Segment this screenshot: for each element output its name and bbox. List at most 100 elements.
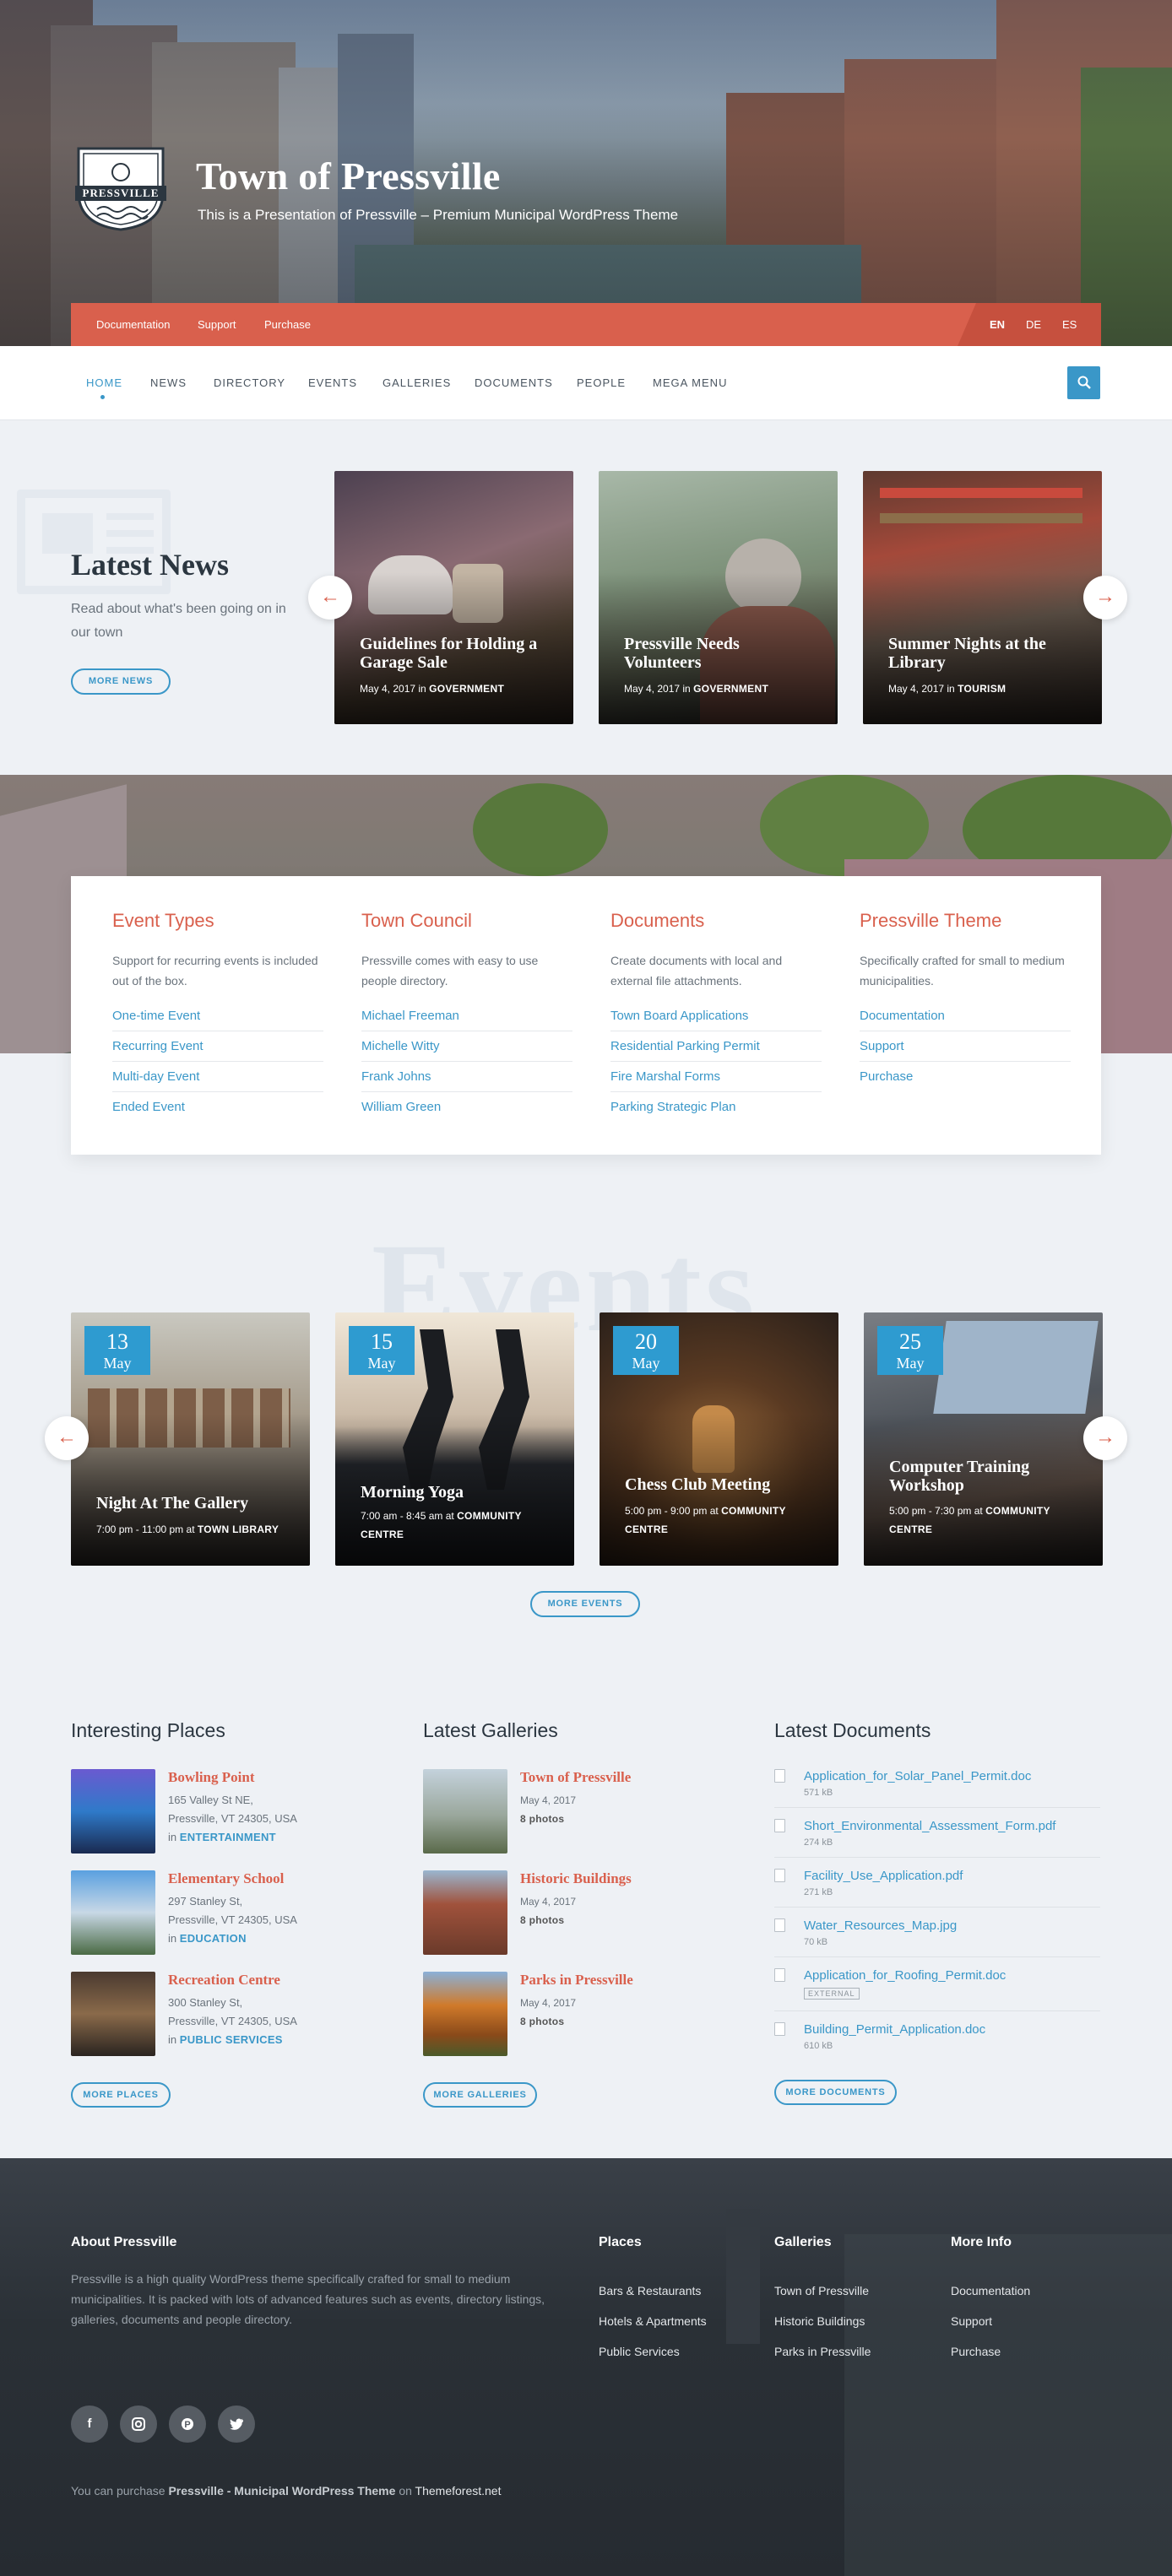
event-title[interactable]: Morning Yoga	[361, 1483, 552, 1502]
place-name[interactable]: Elementary School	[168, 1870, 284, 1887]
arrow-left-icon: ←	[320, 585, 340, 608]
news-card[interactable]: Summer Nights at the Library May 4, 2017…	[863, 471, 1102, 724]
site-title[interactable]: Town of Pressville	[196, 154, 501, 198]
place-thumbnail[interactable]	[71, 1972, 155, 2056]
site-logo[interactable]: PRESSVILLE	[72, 142, 170, 231]
feature-link[interactable]: Michael Freeman	[361, 1001, 572, 1031]
feature-link[interactable]: William Green	[361, 1092, 572, 1123]
events-prev-button[interactable]: ←	[45, 1416, 89, 1460]
gallery-thumbnail[interactable]	[423, 1870, 507, 1955]
event-title[interactable]: Night At The Gallery	[96, 1494, 288, 1513]
document-link[interactable]: Application_for_Roofing_Permit.doc	[804, 1968, 1006, 1983]
gallery-name[interactable]: Historic Buildings	[520, 1870, 632, 1887]
footer-link[interactable]: Bars & Restaurants	[599, 2284, 701, 2297]
event-card[interactable]: 13 May Night At The Gallery 7:00 pm - 11:…	[71, 1312, 310, 1566]
nav-mega-menu[interactable]: MEGA MENU	[653, 346, 727, 420]
gallery-name[interactable]: Parks in Pressville	[520, 1972, 633, 1989]
gallery-thumbnail[interactable]	[423, 1972, 507, 2056]
news-card-title[interactable]: Pressville Needs Volunteers	[624, 635, 816, 672]
feature-link[interactable]: Parking Strategic Plan	[610, 1092, 822, 1123]
lang-de[interactable]: DE	[1026, 303, 1041, 346]
footer-link[interactable]: Historic Buildings	[774, 2314, 865, 2328]
footer-link[interactable]: Public Services	[599, 2345, 680, 2358]
footer-link[interactable]: Support	[951, 2314, 992, 2328]
feature-link[interactable]: Multi-day Event	[112, 1062, 323, 1092]
more-events-button[interactable]: MORE EVENTS	[530, 1591, 640, 1617]
footer-about-text: Pressville is a high quality WordPress t…	[71, 2272, 545, 2326]
footer-link[interactable]: Hotels & Apartments	[599, 2314, 707, 2328]
more-places-button[interactable]: MORE PLACES	[71, 2082, 171, 2108]
instagram-icon[interactable]	[120, 2406, 157, 2443]
galleries-title: Latest Galleries	[423, 1719, 558, 1741]
event-card[interactable]: 20 May Chess Club Meeting 5:00 pm - 9:00 …	[600, 1312, 838, 1566]
event-title[interactable]: Chess Club Meeting	[625, 1475, 817, 1494]
feature-link[interactable]: Residential Parking Permit	[610, 1031, 822, 1062]
news-next-button[interactable]: →	[1083, 576, 1127, 620]
more-documents-button[interactable]: MORE DOCUMENTS	[774, 2080, 897, 2105]
news-card-title[interactable]: Summer Nights at the Library	[888, 635, 1080, 672]
pinterest-icon[interactable]: P	[169, 2406, 206, 2443]
more-news-button[interactable]: MORE NEWS	[71, 668, 171, 695]
place-name[interactable]: Bowling Point	[168, 1769, 255, 1786]
more-galleries-button[interactable]: MORE GALLERIES	[423, 2082, 537, 2108]
feature-link[interactable]: Support	[860, 1031, 1071, 1062]
event-card[interactable]: 25 May Computer Training Workshop 5:00 pm…	[864, 1312, 1103, 1566]
place-thumbnail[interactable]	[71, 1870, 155, 1955]
feature-link[interactable]: One-time Event	[112, 1001, 323, 1031]
twitter-icon[interactable]	[218, 2406, 255, 2443]
news-card[interactable]: Guidelines for Holding a Garage Sale May…	[334, 471, 573, 724]
event-title[interactable]: Computer Training Workshop	[889, 1458, 1081, 1495]
news-prev-button[interactable]: ←	[308, 576, 352, 620]
news-card[interactable]: Pressville Needs Volunteers May 4, 2017 …	[599, 471, 838, 724]
feature-link[interactable]: Purchase	[860, 1062, 1071, 1092]
divider	[774, 1807, 1100, 1808]
nav-home[interactable]: HOME	[86, 346, 122, 420]
event-date-badge: 13 May	[84, 1326, 150, 1375]
feature-link[interactable]: Ended Event	[112, 1092, 323, 1123]
gallery-name[interactable]: Town of Pressville	[520, 1769, 631, 1786]
document-link[interactable]: Facility_Use_Application.pdf	[804, 1869, 963, 1883]
event-card[interactable]: 15 May Morning Yoga 7:00 am - 8:45 am at …	[335, 1312, 574, 1566]
arrow-right-icon: →	[1095, 585, 1115, 608]
footer-link[interactable]: Town of Pressville	[774, 2284, 869, 2297]
document-link[interactable]: Application_for_Solar_Panel_Permit.doc	[804, 1769, 1031, 1783]
feature-town-council: Town Council Pressville comes with easy …	[361, 910, 577, 1123]
nav-galleries[interactable]: GALLERIES	[383, 346, 451, 420]
footer-about-title: About Pressville	[71, 2235, 177, 2249]
themeforest-link[interactable]: Themeforest.net	[415, 2484, 502, 2498]
gallery-thumbnail[interactable]	[423, 1769, 507, 1854]
document-link[interactable]: Building_Permit_Application.doc	[804, 2022, 985, 2037]
document-link[interactable]: Short_Environmental_Assessment_Form.pdf	[804, 1819, 1055, 1833]
document-link[interactable]: Water_Resources_Map.jpg	[804, 1918, 957, 1933]
nav-directory[interactable]: DIRECTORY	[214, 346, 285, 420]
nav-documents[interactable]: DOCUMENTS	[475, 346, 553, 420]
nav-people[interactable]: PEOPLE	[577, 346, 626, 420]
nav-news[interactable]: NEWS	[150, 346, 187, 420]
lang-es[interactable]: ES	[1062, 303, 1077, 346]
topbar-link-documentation[interactable]: Documentation	[96, 303, 170, 346]
topbar-link-purchase[interactable]: Purchase	[264, 303, 311, 346]
feature-link[interactable]: Michelle Witty	[361, 1031, 572, 1062]
product-link[interactable]: Pressville - Municipal WordPress Theme	[168, 2484, 395, 2498]
feature-link[interactable]: Documentation	[860, 1001, 1071, 1031]
footer-link[interactable]: Parks in Pressville	[774, 2345, 871, 2358]
facebook-icon[interactable]: f	[71, 2406, 108, 2443]
feature-documents: Documents Create documents with local an…	[610, 910, 826, 1123]
feature-link[interactable]: Fire Marshal Forms	[610, 1062, 822, 1092]
search-button[interactable]	[1067, 366, 1100, 399]
footer-link[interactable]: Documentation	[951, 2284, 1030, 2297]
gallery-meta: May 4, 2017 8 photos	[520, 1997, 577, 2027]
nav-events[interactable]: EVENTS	[308, 346, 357, 420]
topbar-link-support[interactable]: Support	[198, 303, 236, 346]
feature-link[interactable]: Recurring Event	[112, 1031, 323, 1062]
footer-link[interactable]: Purchase	[951, 2345, 1001, 2358]
lang-en[interactable]: EN	[990, 303, 1005, 346]
feature-link[interactable]: Frank Johns	[361, 1062, 572, 1092]
place-name[interactable]: Recreation Centre	[168, 1972, 280, 1989]
place-thumbnail[interactable]	[71, 1769, 155, 1854]
events-next-button[interactable]: →	[1083, 1416, 1127, 1460]
feature-pressville-theme: Pressville Theme Specifically crafted fo…	[860, 910, 1075, 1092]
feature-link[interactable]: Town Board Applications	[610, 1001, 822, 1031]
external-badge: EXTERNAL	[804, 1988, 860, 2000]
news-card-title[interactable]: Guidelines for Holding a Garage Sale	[360, 635, 551, 672]
